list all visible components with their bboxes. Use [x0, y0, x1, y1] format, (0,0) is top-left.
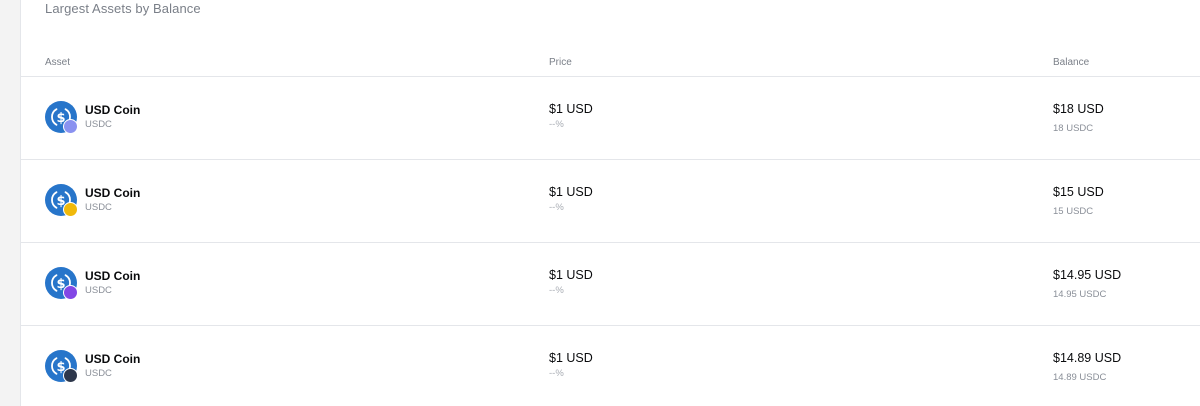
- section-title: Largest Assets by Balance: [45, 1, 201, 16]
- asset-ticker: USDC: [85, 368, 112, 379]
- asset-balance-native: 18 USDC: [1053, 123, 1094, 134]
- asset-price: $1 USD: [549, 185, 593, 199]
- asset-ticker: USDC: [85, 119, 112, 130]
- table-row[interactable]: $ USD Coin USDC $1 USD --% $18 USD 18 US…: [21, 77, 1200, 160]
- asset-name: USD Coin: [85, 103, 141, 117]
- asset-price: $1 USD: [549, 102, 593, 116]
- bnb-chain-icon: [63, 202, 78, 217]
- asset-price: $1 USD: [549, 351, 593, 365]
- asset-balance: $15 USD: [1053, 185, 1104, 199]
- asset-name: USD Coin: [85, 186, 141, 200]
- asset-ticker: USDC: [85, 202, 112, 213]
- asset-ticker: USDC: [85, 285, 112, 296]
- column-header-balance[interactable]: Balance: [1053, 57, 1089, 68]
- column-header-asset[interactable]: Asset: [45, 57, 70, 68]
- price-change: --%: [549, 368, 564, 379]
- asset-balance: $18 USD: [1053, 102, 1104, 116]
- asset-table-body: $ USD Coin USDC $1 USD --% $18 USD 18 US…: [21, 77, 1200, 406]
- price-change: --%: [549, 119, 564, 130]
- asset-balance: $14.89 USD: [1053, 351, 1122, 365]
- column-header-price[interactable]: Price: [549, 57, 572, 68]
- price-change: --%: [549, 202, 564, 213]
- assets-card: Largest Assets by Balance Asset Price Ba…: [20, 0, 1200, 406]
- asset-name: USD Coin: [85, 352, 141, 366]
- polygon-icon: [63, 285, 78, 300]
- asset-balance-native: 14.89 USDC: [1053, 372, 1107, 383]
- table-row[interactable]: $ USD Coin USDC $1 USD --% $15 USD 15 US…: [21, 160, 1200, 243]
- asset-price: $1 USD: [549, 268, 593, 282]
- ethereum-icon: [63, 119, 78, 134]
- asset-balance: $14.95 USD: [1053, 268, 1122, 282]
- asset-name: USD Coin: [85, 269, 141, 283]
- price-change: --%: [549, 285, 564, 296]
- arbitrum-icon: [63, 368, 78, 383]
- table-row[interactable]: $ USD Coin USDC $1 USD --% $14.89 USD 14…: [21, 326, 1200, 406]
- asset-balance-native: 15 USDC: [1053, 206, 1094, 217]
- table-row[interactable]: $ USD Coin USDC $1 USD --% $14.95 USD 14…: [21, 243, 1200, 326]
- asset-balance-native: 14.95 USDC: [1053, 289, 1107, 300]
